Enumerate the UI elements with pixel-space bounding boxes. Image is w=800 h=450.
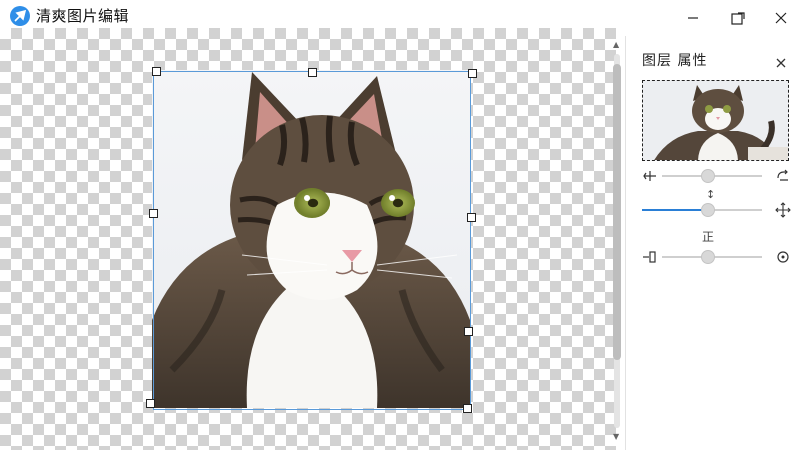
crop-handle-bottom-left[interactable] bbox=[146, 399, 155, 408]
opacity-slider[interactable] bbox=[642, 247, 794, 267]
crop-frame[interactable] bbox=[153, 71, 471, 410]
crop-handle-left[interactable] bbox=[149, 209, 158, 218]
rotation-slider[interactable] bbox=[642, 166, 794, 186]
panel-title: 图层 属性 bbox=[642, 53, 708, 69]
app-logo-icon bbox=[10, 6, 30, 26]
app-window: 清爽图片编辑 ▲ ▼ 图层 属性 ↕ 正 bbox=[0, 0, 800, 450]
slider-fill bbox=[642, 209, 708, 211]
rotate-icon[interactable] bbox=[775, 168, 791, 184]
layer-thumbnail[interactable] bbox=[642, 80, 789, 161]
maximize-icon bbox=[731, 12, 745, 25]
crop-handle-right-lower[interactable] bbox=[464, 327, 473, 336]
split-arrows-icon bbox=[643, 171, 656, 181]
scroll-up-icon[interactable]: ▲ bbox=[613, 40, 619, 49]
crop-handle-bottom-right[interactable] bbox=[463, 404, 472, 413]
slider-knob[interactable] bbox=[701, 250, 715, 264]
close-icon bbox=[776, 58, 786, 68]
crop-handle-top[interactable] bbox=[308, 68, 317, 77]
reset-icon[interactable] bbox=[775, 249, 791, 265]
opacity-icon bbox=[643, 251, 656, 263]
minimize-icon bbox=[688, 17, 698, 19]
crop-handle-right[interactable] bbox=[467, 213, 476, 222]
move-icon[interactable] bbox=[775, 202, 791, 218]
crop-handle-top-left[interactable] bbox=[152, 67, 161, 76]
scale-slider[interactable] bbox=[642, 200, 794, 220]
slider-knob[interactable] bbox=[701, 169, 715, 183]
opacity-label: 正 bbox=[702, 230, 715, 244]
panel-close-button[interactable] bbox=[776, 53, 790, 68]
window-title: 清爽图片编辑 bbox=[36, 7, 130, 25]
close-button[interactable] bbox=[758, 0, 800, 36]
maximize-button[interactable] bbox=[714, 0, 760, 36]
scroll-thumb[interactable] bbox=[613, 64, 621, 360]
minimize-button[interactable] bbox=[670, 0, 716, 36]
vertical-scrollbar[interactable]: ▲ ▼ bbox=[611, 40, 623, 444]
scroll-down-icon[interactable]: ▼ bbox=[613, 432, 619, 441]
slider-knob[interactable] bbox=[701, 203, 715, 217]
close-icon bbox=[775, 12, 787, 24]
properties-panel: 图层 属性 ↕ 正 bbox=[625, 36, 800, 450]
crop-handle-top-right[interactable] bbox=[468, 69, 477, 78]
thumbnail-image bbox=[643, 81, 788, 160]
